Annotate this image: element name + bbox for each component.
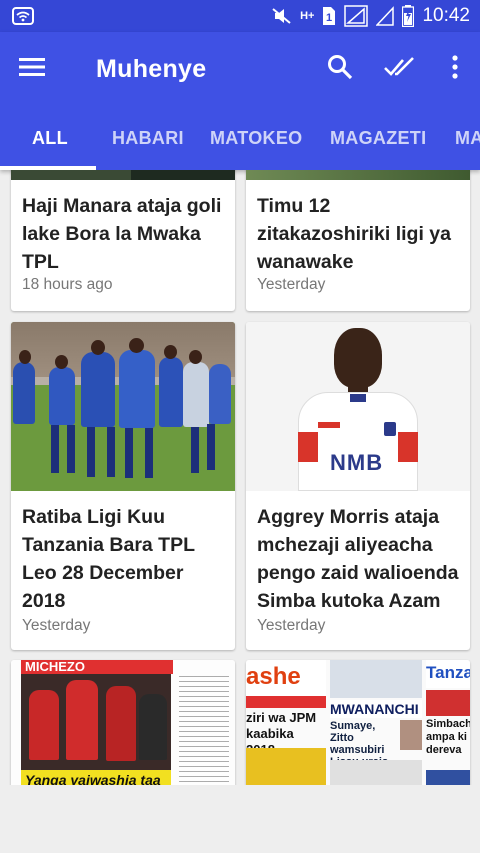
news-title: Haji Manara ataja goli lake Bora la Mwak… (22, 195, 222, 273)
clock: 10:42 (422, 5, 470, 26)
sim-icon: 1 (322, 6, 336, 26)
news-card[interactable]: Timu 12 zitakazoshiriki ligi ya wanawake… (246, 170, 470, 311)
app-title: Muhenye (96, 54, 207, 83)
wifi-hotspot-icon (12, 7, 34, 25)
news-card[interactable]: Ratiba Ligi Kuu Tanzania Bara TPL Leo 28… (11, 322, 235, 650)
network-type-label: H+ (300, 10, 315, 22)
newspaper-masthead: ashe (246, 660, 326, 700)
sim-label: 1 (326, 12, 332, 24)
news-time: 18 hours ago (22, 276, 113, 293)
tab-magazeti[interactable]: MAGAZETI (330, 106, 426, 170)
news-title: Ratiba Ligi Kuu Tanzania Bara TPL Leo 28… (22, 506, 195, 612)
tab-all[interactable]: ALL (32, 106, 68, 170)
tab-habari[interactable]: HABARI (112, 106, 184, 170)
tab-ma[interactable]: MA (455, 106, 480, 170)
news-card[interactable]: NMB Aggrey Morris ataja mchezaji aliyeac… (246, 322, 470, 650)
news-card[interactable]: Haji Manara ataja goli lake Bora la Mwak… (11, 170, 235, 311)
news-image: MICHEZO Yanga yaiwashia taa (11, 660, 235, 785)
bottom-area (0, 785, 480, 853)
done-all-icon (384, 56, 416, 83)
news-image: NMB (246, 322, 470, 491)
newspaper-headline: ziri wa JPM kaabika 2018 (246, 710, 317, 757)
news-time: Yesterday (22, 617, 91, 634)
mute-icon (272, 7, 292, 25)
news-time: Yesterday (257, 617, 326, 634)
news-card[interactable]: MICHEZO Yanga yaiwashia taa (11, 660, 235, 785)
news-title: Timu 12 zitakazoshiriki ligi ya wanawake (257, 195, 451, 273)
newspaper-headline: Yanga yaiwashia taa (21, 770, 171, 785)
mark-all-read-button[interactable] (370, 32, 430, 106)
more-vert-icon (452, 54, 458, 84)
news-feed[interactable]: Haji Manara ataja goli lake Bora la Mwak… (0, 170, 480, 785)
signal-icon (344, 5, 369, 27)
news-card[interactable]: ashe ziri wa JPM kaabika 2018 MWANANCHI … (246, 660, 470, 785)
news-title: Aggrey Morris ataja mchezaji aliyeacha p… (257, 506, 459, 612)
menu-button[interactable] (0, 32, 64, 106)
newspaper-masthead: Tanza (426, 660, 470, 688)
status-bar: H+ 1 10:42 (0, 0, 480, 32)
newspaper-headline: Sumaye, Zitto wamsubiri Lissu urais 2020 (330, 720, 388, 780)
app-bar: Muhenye ALL HABARI MATOKEO MAGAZETI MA (0, 32, 480, 170)
newspaper-header: MICHEZO (21, 660, 173, 674)
newspaper-headline: Simbach ampa ki dereva (426, 718, 470, 756)
tab-matokeo[interactable]: MATOKEO (210, 106, 302, 170)
newspaper-masthead: MWANANCHI (330, 700, 422, 718)
news-time: Yesterday (257, 276, 326, 293)
overflow-menu-button[interactable] (430, 32, 480, 106)
hamburger-menu-icon (19, 57, 45, 82)
news-image (246, 170, 470, 180)
network-type-icon: H+ (300, 10, 315, 22)
news-image (11, 170, 235, 180)
news-image (11, 322, 235, 491)
shirt-sponsor-text: NMB (330, 450, 384, 475)
signal-2-icon (376, 6, 395, 26)
news-image: ashe ziri wa JPM kaabika 2018 MWANANCHI … (246, 660, 470, 785)
search-icon (327, 54, 353, 85)
search-button[interactable] (310, 32, 370, 106)
battery-icon (402, 5, 415, 27)
